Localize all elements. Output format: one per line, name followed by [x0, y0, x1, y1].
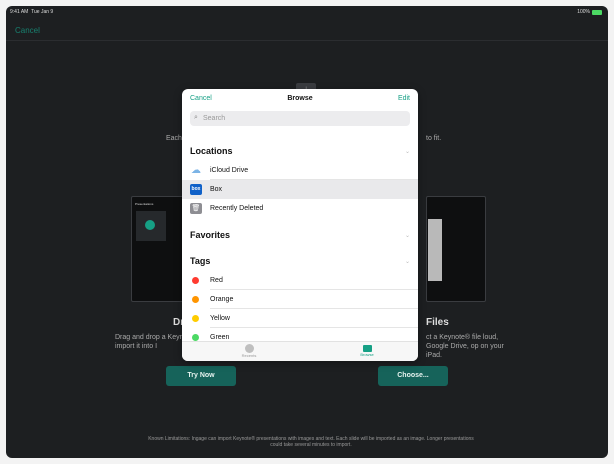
chevron-down-icon[interactable]: ⌄: [405, 148, 410, 155]
tab-label: Browse: [360, 352, 374, 357]
location-recently-deleted[interactable]: 🗑 Recently Deleted: [182, 199, 418, 218]
file-page-illustration: [428, 219, 442, 281]
drag-drop-body: Drag and drop a Keyno import it into I: [115, 334, 188, 350]
tag-label: Green: [210, 334, 230, 341]
location-label: Box: [210, 186, 223, 193]
known-limitations-note: Known Limitations: Ingage can import Key…: [148, 436, 474, 448]
add-icon: [145, 220, 155, 230]
tag-color-icon: [192, 334, 199, 341]
tab-recents[interactable]: Recents: [219, 344, 279, 358]
tag-label: Red: [210, 277, 223, 284]
try-now-button[interactable]: Try Now: [166, 366, 236, 386]
files-heading: Files: [426, 317, 449, 328]
modal-header: Cancel Browse Edit: [182, 89, 418, 111]
chevron-down-icon[interactable]: ⌄: [405, 232, 410, 239]
tags-label: Tags: [190, 256, 211, 266]
modal-title: Browse: [287, 95, 313, 102]
location-label: iCloud Drive: [210, 167, 249, 174]
tab-label: Recents: [241, 353, 257, 358]
box-icon: box: [190, 184, 202, 195]
tag-yellow[interactable]: Yellow: [182, 309, 418, 328]
tag-label: Yellow: [210, 315, 230, 322]
trash-icon: 🗑: [190, 203, 202, 214]
background-description-right: to fit.: [426, 135, 442, 142]
device-label: Presentations: [135, 202, 154, 206]
top-bar: Cancel: [6, 18, 608, 40]
search-icon: ⌕: [194, 114, 198, 121]
divider: [6, 40, 608, 41]
tag-color-icon: [192, 296, 199, 303]
folder-icon: [362, 345, 372, 352]
tag-color-icon: [192, 277, 199, 284]
device-illustration-right: [426, 196, 486, 302]
tag-color-icon: [192, 315, 199, 322]
locations-label: Locations: [190, 146, 233, 156]
status-time: 9:41 AM Tue Jan 9: [10, 9, 54, 15]
location-box[interactable]: box Box: [182, 180, 418, 199]
cloud-icon: ☁: [190, 165, 202, 176]
tag-label: Orange: [210, 296, 234, 303]
files-body: ct a Keynote® file loud, Google Drive, o…: [426, 334, 504, 359]
status-right: 100%: [577, 9, 602, 15]
modal-edit-button[interactable]: Edit: [398, 95, 410, 102]
browse-modal: Cancel Browse Edit ⌕ Search Locations ⌄ …: [182, 89, 418, 361]
tab-bar: Recents Browse: [182, 341, 418, 361]
battery-percent: 100%: [577, 9, 590, 15]
battery-icon: [592, 9, 602, 15]
tags-header[interactable]: Tags: [190, 256, 410, 266]
clock-icon: [244, 344, 254, 353]
favorites-header[interactable]: Favorites: [190, 230, 410, 240]
choose-button[interactable]: Choose...: [378, 366, 448, 386]
search-field[interactable]: ⌕ Search: [190, 111, 410, 126]
location-icloud-drive[interactable]: ☁ iCloud Drive: [182, 161, 418, 180]
search-placeholder: Search: [203, 115, 226, 122]
tab-browse[interactable]: Browse: [337, 344, 397, 357]
tag-orange[interactable]: Orange: [182, 290, 418, 309]
location-label: Recently Deleted: [210, 205, 264, 212]
background-cancel-button[interactable]: Cancel: [15, 26, 40, 35]
chevron-down-icon[interactable]: ⌄: [405, 258, 410, 265]
tag-red[interactable]: Red: [182, 271, 418, 290]
status-bar: 9:41 AM Tue Jan 9 100%: [6, 6, 608, 18]
locations-header[interactable]: Locations: [190, 146, 410, 156]
favorites-label: Favorites: [190, 230, 231, 240]
